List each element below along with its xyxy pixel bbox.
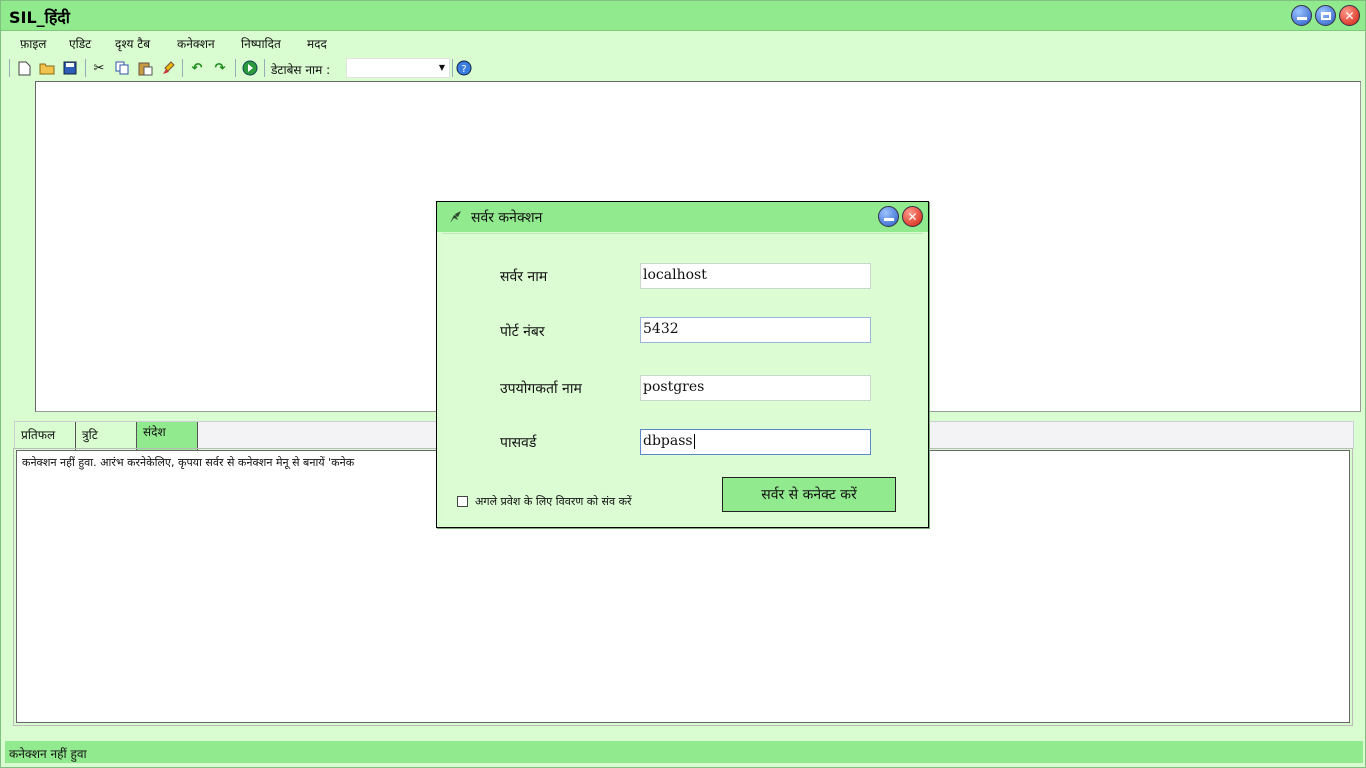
dialog-title-bar: सर्वर कनेक्शन ✕	[437, 202, 928, 232]
checkbox-box[interactable]	[457, 496, 468, 507]
minimize-icon	[883, 217, 894, 221]
undo-icon[interactable]: ↶	[189, 60, 205, 76]
dialog-minimize-button[interactable]	[878, 206, 899, 227]
remember-details-checkbox[interactable]: अगले प्रवेश के लिए विवरण को संव करें	[457, 494, 632, 509]
tab-error[interactable]: त्रुटि	[76, 422, 137, 450]
copy-icon[interactable]	[114, 60, 130, 76]
execute-icon[interactable]	[242, 60, 258, 76]
close-button[interactable]: ✕	[1339, 5, 1360, 26]
menu-bar: फ़ाइल एडिट दृश्य टैब कनेक्शन निष्पादित म…	[1, 33, 1365, 53]
toolbar: ✂ ↶ ↷ डेटाबेस नाम : ▼ ?	[5, 56, 1361, 80]
app-title: SIL_हिंदी	[9, 8, 70, 27]
status-bar: कनेक्शन नहीं हुवा	[5, 741, 1363, 763]
minimize-icon	[1296, 16, 1307, 20]
menu-execute[interactable]: निष्पादित	[241, 35, 281, 52]
server-name-input[interactable]: localhost	[640, 263, 871, 289]
svg-text:?: ?	[461, 64, 466, 75]
close-icon: ✕	[907, 209, 918, 224]
database-name-label: डेटाबेस नाम :	[271, 63, 331, 77]
close-icon: ✕	[1344, 8, 1355, 23]
tab-message[interactable]: संदेश	[137, 422, 198, 450]
menu-help[interactable]: मदद	[307, 35, 327, 52]
minimize-button[interactable]	[1291, 5, 1312, 26]
new-file-icon[interactable]	[16, 60, 32, 76]
username-input[interactable]: postgres	[640, 375, 871, 401]
restore-icon	[1320, 11, 1331, 20]
dialog-title: सर्वर कनेक्शन	[471, 210, 543, 226]
toolbar-separator	[85, 59, 86, 77]
maximize-button[interactable]	[1315, 5, 1336, 26]
port-number-label: पोर्ट नंबर	[500, 324, 545, 340]
redo-icon[interactable]: ↷	[212, 60, 228, 76]
username-label: उपयोगकर्ता नाम	[500, 381, 582, 397]
toolbar-separator	[235, 59, 236, 77]
toolbar-separator	[452, 59, 453, 77]
dialog-body: सर्वर नाम localhost पोर्ट नंबर 5432 उपयो…	[442, 233, 923, 524]
title-bar: SIL_हिंदी ✕	[1, 1, 1365, 31]
menu-file[interactable]: फ़ाइल	[20, 35, 46, 52]
password-input[interactable]: dbpass	[640, 429, 871, 455]
menu-edit[interactable]: एडिट	[69, 35, 91, 52]
help-icon[interactable]: ?	[456, 60, 472, 76]
menu-view-tab[interactable]: दृश्य टैब	[115, 35, 150, 52]
menu-connection[interactable]: कनेक्शन	[177, 35, 215, 52]
connect-to-server-button[interactable]: सर्वर से कनेक्ट करें	[722, 477, 896, 512]
text-caret	[693, 433, 695, 449]
output-message: कनेक्शन नहीं हुवा. आरंभ करनेकेलिए, कृपया…	[22, 456, 355, 469]
tab-result[interactable]: प्रतिफल	[15, 422, 76, 450]
chevron-down-icon: ▼	[438, 63, 445, 72]
open-folder-icon[interactable]	[39, 60, 55, 76]
password-label: पासवर्ड	[500, 435, 537, 451]
password-value: dbpass	[643, 433, 693, 449]
paste-icon[interactable]	[137, 60, 153, 76]
cut-icon[interactable]: ✂	[91, 60, 107, 76]
dialog-close-button[interactable]: ✕	[902, 206, 923, 227]
port-number-input[interactable]: 5432	[640, 317, 871, 343]
server-connection-dialog: सर्वर कनेक्शन ✕ सर्वर नाम localhost पोर्…	[436, 201, 929, 528]
clear-icon[interactable]	[160, 60, 176, 76]
toolbar-separator	[9, 59, 10, 77]
status-text: कनेक्शन नहीं हुवा	[9, 747, 87, 761]
server-name-label: सर्वर नाम	[500, 269, 548, 285]
database-select[interactable]: ▼	[346, 58, 450, 78]
plug-icon	[450, 211, 461, 223]
toolbar-separator	[264, 59, 265, 77]
save-icon[interactable]	[62, 60, 78, 76]
remember-details-label: अगले प्रवेश के लिए विवरण को संव करें	[475, 495, 632, 508]
toolbar-separator	[182, 59, 183, 77]
